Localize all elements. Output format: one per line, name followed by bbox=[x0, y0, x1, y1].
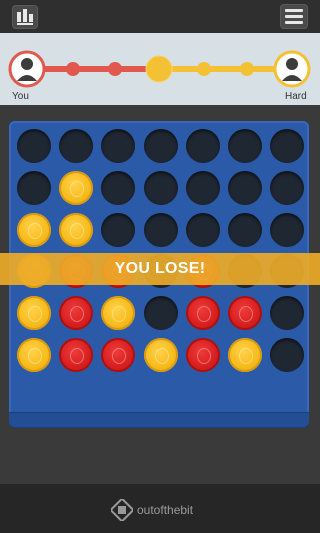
board-cell-yellow[interactable] bbox=[101, 296, 136, 331]
board-cell-red[interactable] bbox=[185, 338, 220, 372]
brand-logo[interactable]: outofthebit bbox=[111, 499, 211, 521]
top-bar bbox=[0, 0, 320, 33]
progress-track bbox=[8, 50, 311, 88]
board-cell-empty[interactable] bbox=[101, 129, 136, 163]
board-cell-red[interactable] bbox=[228, 296, 262, 331]
disc-emblem-icon bbox=[196, 306, 211, 323]
disc-emblem-icon bbox=[28, 348, 42, 364]
board-cell-empty[interactable] bbox=[228, 212, 262, 247]
hamburger-menu-icon[interactable] bbox=[280, 4, 308, 29]
board-cell-empty[interactable] bbox=[270, 129, 305, 163]
board-cell-empty[interactable] bbox=[185, 129, 220, 163]
board-cell-yellow[interactable] bbox=[17, 296, 51, 331]
board-cell-empty[interactable] bbox=[270, 212, 305, 247]
board-cell-yellow[interactable] bbox=[59, 212, 94, 247]
board-cell-empty[interactable] bbox=[143, 129, 178, 163]
disc-emblem-icon bbox=[70, 306, 85, 323]
progress-node bbox=[108, 62, 122, 76]
board-cell-empty[interactable] bbox=[17, 129, 51, 163]
board-cell-yellow[interactable] bbox=[228, 338, 262, 372]
disc-emblem-icon bbox=[70, 180, 85, 197]
board-area bbox=[0, 105, 320, 484]
disc-emblem-icon bbox=[112, 348, 127, 364]
board-cell-empty[interactable] bbox=[101, 170, 136, 205]
board-cell-yellow[interactable] bbox=[17, 338, 51, 372]
you-avatar-head bbox=[21, 58, 33, 70]
progress-yellow-segment bbox=[160, 66, 284, 72]
progress-red-segment bbox=[36, 66, 160, 72]
board-cell-red[interactable] bbox=[185, 296, 220, 331]
disc-emblem-icon bbox=[112, 306, 127, 323]
board-cell-empty[interactable] bbox=[185, 170, 220, 205]
difficulty-label: Hard bbox=[285, 91, 307, 102]
disc-emblem-icon bbox=[28, 222, 42, 239]
disc-emblem-icon bbox=[239, 348, 253, 364]
board-cell-empty[interactable] bbox=[270, 170, 305, 205]
board-cell-empty[interactable] bbox=[59, 129, 94, 163]
menu-line bbox=[285, 9, 303, 12]
menu-line bbox=[285, 15, 303, 18]
game-screen: You Hard YOU LOSE! outofthebit bbox=[0, 0, 320, 533]
board-cell-empty[interactable] bbox=[228, 170, 262, 205]
footer: outofthebit bbox=[0, 484, 320, 533]
disc-emblem-icon bbox=[28, 306, 42, 323]
result-banner: YOU LOSE! bbox=[0, 253, 320, 285]
board-cell-yellow[interactable] bbox=[143, 338, 178, 372]
menu-line bbox=[285, 21, 303, 24]
board-cell-red[interactable] bbox=[59, 296, 94, 331]
progress-node bbox=[240, 62, 254, 76]
board-cell-empty[interactable] bbox=[228, 129, 262, 163]
board-cell-red[interactable] bbox=[101, 338, 136, 372]
board-cell-empty[interactable] bbox=[17, 170, 51, 205]
board-cell-empty[interactable] bbox=[270, 296, 305, 331]
board-cell-empty[interactable] bbox=[101, 212, 136, 247]
app-logo-glyph bbox=[17, 9, 33, 25]
app-logo-icon[interactable] bbox=[12, 5, 38, 29]
disc-emblem-icon bbox=[70, 222, 85, 239]
disc-emblem-icon bbox=[239, 306, 253, 323]
brand-name: outofthebit bbox=[137, 503, 194, 517]
disc-emblem-icon bbox=[196, 348, 211, 364]
board-cell-empty[interactable] bbox=[270, 338, 305, 372]
outofthebit-logo-icon bbox=[111, 499, 133, 521]
progress-node bbox=[66, 62, 80, 76]
board-cell-empty[interactable] bbox=[143, 212, 178, 247]
board-cell-empty[interactable] bbox=[143, 296, 178, 331]
opponent-avatar-head bbox=[286, 58, 298, 70]
board-cell-empty[interactable] bbox=[143, 170, 178, 205]
board-cell-yellow[interactable] bbox=[59, 170, 94, 205]
board-cell-red[interactable] bbox=[59, 338, 94, 372]
progress-node bbox=[197, 62, 211, 76]
difficulty-progress: You Hard bbox=[0, 33, 320, 105]
board-cell-empty[interactable] bbox=[185, 212, 220, 247]
board-base bbox=[9, 412, 309, 427]
disc-emblem-icon bbox=[154, 348, 169, 364]
board-cell-yellow[interactable] bbox=[17, 212, 51, 247]
disc-emblem-icon bbox=[70, 348, 85, 364]
you-label: You bbox=[12, 91, 29, 102]
progress-current-node bbox=[145, 55, 173, 83]
